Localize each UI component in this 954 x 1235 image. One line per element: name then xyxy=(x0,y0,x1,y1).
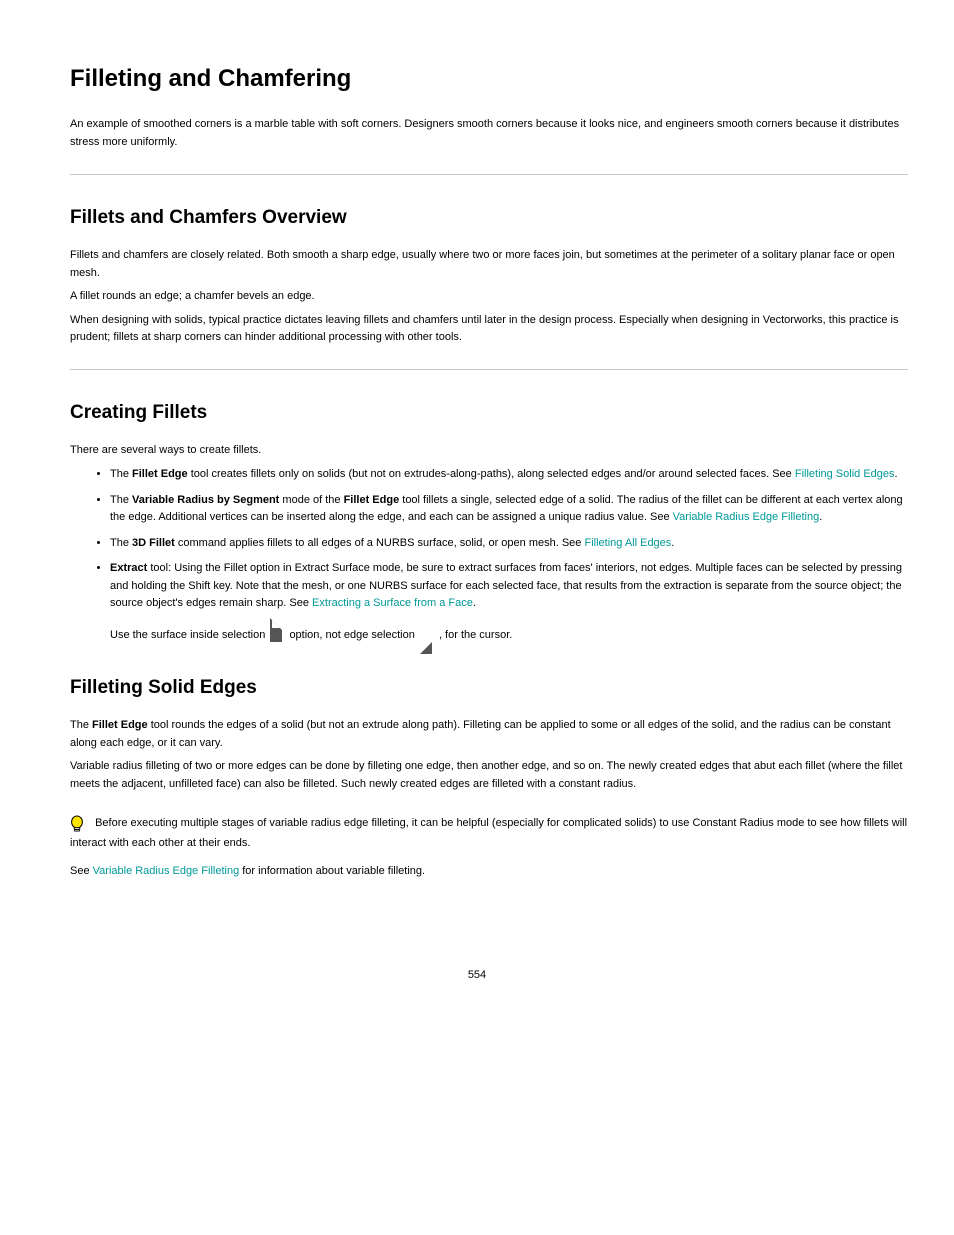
lightbulb-icon xyxy=(70,815,86,835)
list-item: The 3D Fillet command applies fillets to… xyxy=(110,535,908,553)
see-also-paragraph: See Variable Radius Edge Filleting for i… xyxy=(70,863,908,881)
edge-selection-icon xyxy=(420,628,434,642)
tool-name: Fillet Edge xyxy=(92,719,148,731)
cross-reference-link[interactable]: Filleting Solid Edges xyxy=(795,468,895,480)
overview-paragraph-2: A fillet rounds an edge; a chamfer bevel… xyxy=(70,288,908,306)
section-filleting-solid-heading: Filleting Solid Edges xyxy=(70,673,908,703)
tool-name: Fillet Edge xyxy=(344,494,400,506)
fillet-solid-paragraph-2: Variable radius filleting of two or more… xyxy=(70,758,908,793)
divider xyxy=(70,369,908,370)
tip-block: Before executing multiple stages of vari… xyxy=(70,815,908,853)
cross-reference-link[interactable]: Filleting All Edges xyxy=(584,537,671,549)
list-item: The Variable Radius by Segment mode of t… xyxy=(110,492,908,527)
cross-reference-link[interactable]: Extracting a Surface from a Face xyxy=(312,597,473,609)
creating-intro: There are several ways to create fillets… xyxy=(70,442,908,460)
page-number: 554 xyxy=(0,927,954,1005)
mode-name: Variable Radius by Segment xyxy=(132,494,279,506)
cursor-option-note: Use the surface inside selection option,… xyxy=(110,627,908,645)
fillet-methods-list: The Fillet Edge tool creates fillets onl… xyxy=(70,466,908,645)
surface-inside-selection-icon xyxy=(270,628,284,642)
tool-name: Extract xyxy=(110,562,147,574)
cross-reference-link[interactable]: Variable Radius Edge Filleting xyxy=(93,865,240,877)
fillet-solid-paragraph-1: The Fillet Edge tool rounds the edges of… xyxy=(70,717,908,752)
divider xyxy=(70,174,908,175)
page-title: Filleting and Chamfering xyxy=(70,60,908,98)
overview-paragraph-1: Fillets and chamfers are closely related… xyxy=(70,247,908,282)
section-overview-heading: Fillets and Chamfers Overview xyxy=(70,203,908,233)
overview-paragraph-3: When designing with solids, typical prac… xyxy=(70,312,908,347)
list-item: The Fillet Edge tool creates fillets onl… xyxy=(110,466,908,484)
intro-paragraph: An example of smoothed corners is a marb… xyxy=(70,116,908,151)
tool-name: Fillet Edge xyxy=(132,468,188,480)
cross-reference-link[interactable]: Variable Radius Edge Filleting xyxy=(673,511,820,523)
tip-text: Before executing multiple stages of vari… xyxy=(70,817,907,849)
section-creating-heading: Creating Fillets xyxy=(70,398,908,428)
list-item: Extract tool: Using the Fillet option in… xyxy=(110,560,908,644)
document-page: Filleting and Chamfering An example of s… xyxy=(0,0,954,927)
command-name: 3D Fillet xyxy=(132,537,175,549)
